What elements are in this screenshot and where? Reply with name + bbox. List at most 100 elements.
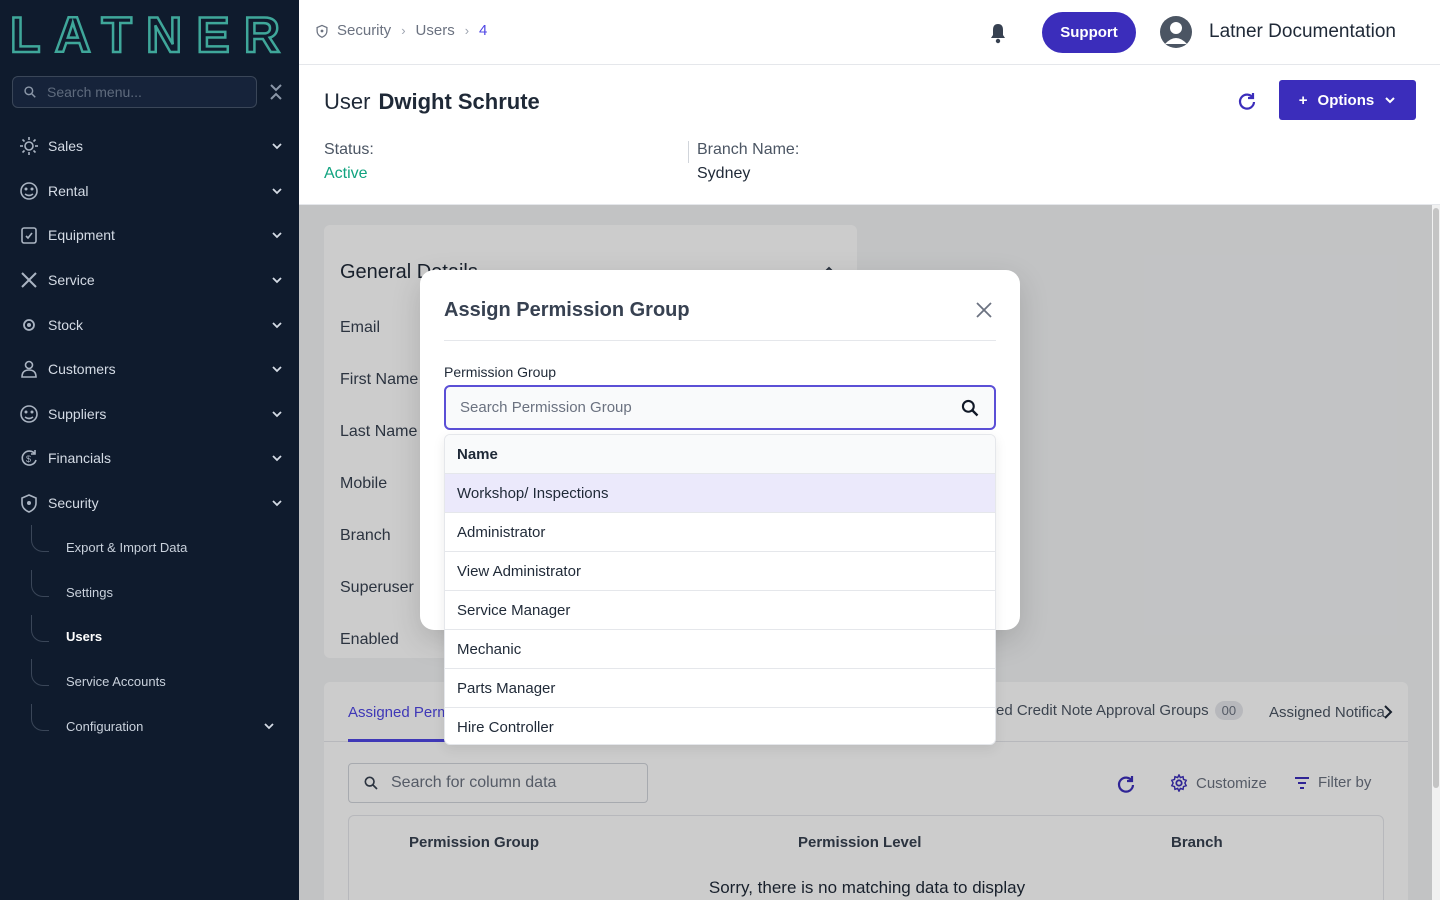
- branch-value: Sydney: [697, 165, 751, 182]
- menu-search-input[interactable]: [47, 84, 237, 100]
- dropdown-option[interactable]: Mechanic: [445, 630, 995, 669]
- collapse-sidebar-icon[interactable]: [268, 82, 284, 102]
- chevron-down-icon: [272, 277, 282, 284]
- shield-icon: [316, 24, 328, 38]
- permission-group-search[interactable]: [444, 385, 996, 430]
- sidebar-item-label: Service: [48, 272, 95, 289]
- breadcrumb-users[interactable]: Users: [416, 22, 455, 39]
- page-header: User Dwight Schrute + Options Status: Act…: [299, 65, 1440, 205]
- equipment-icon: [18, 224, 40, 246]
- sidebar-item-service-accounts[interactable]: Service Accounts: [0, 659, 299, 704]
- sidebar-item-label: Export & Import Data: [66, 540, 188, 556]
- permission-group-search-input[interactable]: [460, 399, 940, 416]
- sidebar-item-label: Equipment: [48, 227, 115, 244]
- sidebar-item-stock[interactable]: Stock: [0, 302, 299, 347]
- shield-icon: [18, 492, 40, 514]
- chevron-down-icon: [272, 322, 282, 328]
- sidebar-item-label: Customers: [48, 361, 116, 378]
- chevron-down-icon: [272, 232, 282, 239]
- sidebar-item-configuration[interactable]: Configuration: [0, 703, 299, 749]
- sidebar-item-label: Suppliers: [48, 405, 107, 422]
- sidebar-item-customers[interactable]: Customers: [0, 347, 299, 392]
- sidebar-item-label: Rental: [48, 182, 89, 199]
- sidebar-item-settings[interactable]: Settings: [0, 569, 299, 615]
- options-button[interactable]: + Options: [1279, 80, 1416, 120]
- financials-icon: $: [18, 447, 40, 469]
- chevron-down-icon: [272, 411, 282, 418]
- sidebar-item-rental[interactable]: Rental: [0, 169, 299, 214]
- support-button[interactable]: Support: [1042, 12, 1136, 53]
- close-icon[interactable]: [974, 300, 994, 320]
- tree-branch: [31, 569, 49, 597]
- sidebar: LATNER Sales Rental Equipment Service: [0, 0, 299, 900]
- service-icon: [18, 269, 40, 291]
- topbar: Security › Users › 4 Support Latner Docu…: [299, 0, 1440, 65]
- sidebar-item-label: Stock: [48, 316, 84, 333]
- sidebar-item-label: Financials: [48, 450, 112, 467]
- search-icon[interactable]: [960, 398, 980, 418]
- dropdown-option[interactable]: Service Manager: [445, 591, 995, 630]
- branch-label: Branch Name:: [697, 141, 800, 158]
- breadcrumb-current: 4: [479, 22, 488, 39]
- tree-branch: [31, 703, 49, 731]
- menu-search[interactable]: [12, 76, 257, 108]
- tree-branch: [31, 659, 49, 687]
- sidebar-item-suppliers[interactable]: Suppliers: [0, 392, 299, 437]
- divider: [444, 340, 996, 341]
- search-icon: [24, 86, 36, 98]
- sidebar-item-users[interactable]: Users: [0, 614, 299, 660]
- sidebar-item-sales[interactable]: Sales: [0, 124, 299, 169]
- dropdown-option[interactable]: Administrator: [445, 513, 995, 552]
- chevron-down-icon: [272, 455, 282, 462]
- chevron-down-icon: [272, 143, 282, 150]
- options-label: Options: [1317, 91, 1375, 109]
- bell-icon[interactable]: [988, 22, 1008, 44]
- status-badge: Active: [324, 165, 368, 182]
- dropdown-option[interactable]: Parts Manager: [445, 669, 995, 708]
- sidebar-item-service[interactable]: Service: [0, 258, 299, 303]
- sidebar-item-label: Users: [66, 629, 103, 645]
- dropdown-option[interactable]: View Administrator: [445, 552, 995, 591]
- stock-icon: [18, 314, 40, 336]
- sidebar-item-equipment[interactable]: Equipment: [0, 213, 299, 258]
- chevron-down-icon: [1385, 97, 1395, 104]
- status-label: Status:: [324, 141, 374, 158]
- permission-group-dropdown: Name Workshop/ Inspections Administrator…: [444, 434, 996, 745]
- scrollbar-thumb[interactable]: [1433, 208, 1439, 788]
- title-user-name: Dwight Schrute: [378, 89, 540, 114]
- latner-logo: LATNER: [9, 6, 282, 65]
- suppliers-icon: [18, 403, 40, 425]
- breadcrumb: Security › Users › 4: [315, 22, 487, 39]
- tree-branch: [31, 525, 49, 553]
- breadcrumb-security[interactable]: Security: [337, 22, 391, 39]
- sidebar-item-label: Configuration: [66, 718, 144, 734]
- sidebar-item-label: Sales: [48, 138, 84, 155]
- chevron-down-icon: [264, 723, 274, 730]
- sidebar-item-security[interactable]: Security: [0, 481, 299, 526]
- sidebar-item-export-import[interactable]: Export & Import Data: [0, 525, 299, 570]
- title-prefix: User: [324, 89, 371, 114]
- user-name[interactable]: Latner Documentation: [1209, 21, 1396, 43]
- svg-text:LATNER: LATNER: [10, 10, 280, 56]
- chevron-right-icon: ›: [401, 23, 406, 38]
- divider: [688, 141, 689, 163]
- customers-icon: [18, 358, 40, 380]
- sidebar-item-label: Security: [48, 495, 99, 512]
- sales-icon: [18, 135, 40, 157]
- dropdown-option[interactable]: Hire Controller: [445, 708, 995, 744]
- rental-icon: [18, 180, 40, 202]
- dropdown-option[interactable]: Workshop/ Inspections: [445, 474, 995, 513]
- sidebar-item-label: Service Accounts: [66, 673, 166, 689]
- modal-title: Assign Permission Group: [444, 299, 690, 321]
- sidebar-item-financials[interactable]: $ Financials: [0, 436, 299, 481]
- avatar[interactable]: [1160, 16, 1192, 48]
- dropdown-header: Name: [445, 435, 995, 474]
- chevron-down-icon: [272, 366, 282, 373]
- sidebar-nav: Sales Rental Equipment Service Stock Cus…: [0, 124, 299, 748]
- chevron-down-icon: [272, 500, 282, 507]
- refresh-icon[interactable]: [1237, 91, 1257, 111]
- plus-icon: +: [1298, 91, 1308, 109]
- permission-group-label: Permission Group: [444, 364, 557, 380]
- sidebar-item-label: Settings: [66, 584, 113, 600]
- security-submenu: Export & Import Data Settings Users Serv…: [0, 525, 299, 748]
